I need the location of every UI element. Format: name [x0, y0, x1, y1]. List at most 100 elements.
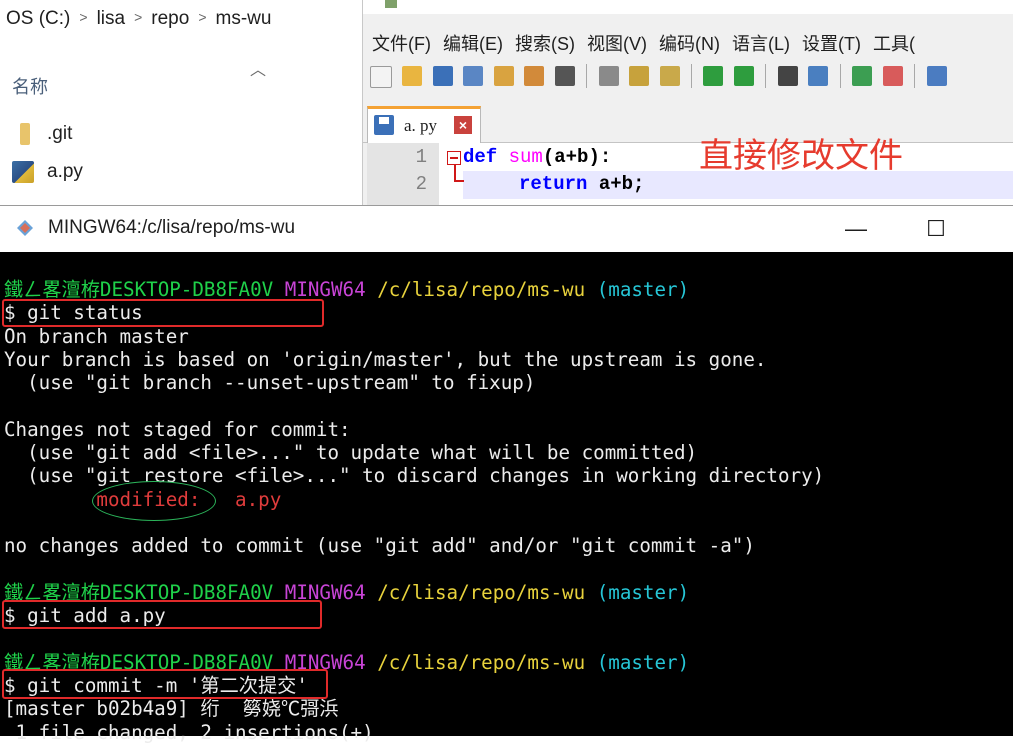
output-line: (use "git add <file>..." to update what … [4, 441, 698, 465]
file-name: a.py [47, 161, 83, 182]
menu-view[interactable]: 视图(V) [587, 34, 647, 54]
title-bar [363, 0, 1013, 14]
chevron-up-icon: ︿ [250, 62, 267, 79]
prompt-branch: (master) [596, 650, 690, 674]
chevron-right-icon: > [79, 9, 88, 25]
highlight-box-git-add [2, 600, 322, 629]
highlight-ellipse-modified [92, 481, 216, 521]
line-number-gutter: 1 2 [367, 143, 439, 205]
notepad-plus-plus-window: 文件(F) 编辑(E) 搜索(S) 视图(V) 编码(N) 语言(L) 设置(T) 工具( a… [362, 0, 1013, 205]
function-name: sum [508, 146, 543, 168]
close-all-icon[interactable] [524, 66, 545, 86]
find-icon[interactable] [777, 66, 798, 86]
folder-icon [20, 123, 30, 145]
output-line: Your branch is based on 'origin/master',… [4, 347, 767, 371]
toolbar-divider [690, 64, 692, 88]
menu-language[interactable]: 语言(L) [732, 34, 790, 54]
tab-a-py[interactable]: a. py × [367, 106, 481, 143]
menu-settings[interactable]: 设置(T) [802, 34, 861, 54]
column-header-name[interactable]: ︿ 名称 [0, 58, 362, 108]
menu-search[interactable]: 搜索(S) [515, 34, 575, 54]
code-line-1: def sum(a+b): [463, 146, 611, 168]
app-icon [385, 0, 397, 8]
undo-icon[interactable] [703, 66, 724, 86]
save-icon[interactable] [432, 66, 453, 86]
toolbar [367, 64, 950, 92]
prompt-branch: (master) [596, 278, 690, 301]
terminal-title-bar: MINGW64:/c/lisa/repo/ms-wu — ☐ [0, 206, 1013, 252]
toolbar-divider [839, 64, 841, 88]
code-text: (a+b): [542, 146, 612, 168]
fold-collapse-icon[interactable] [447, 151, 461, 165]
cut-icon[interactable] [598, 66, 619, 86]
toolbar-divider [914, 64, 916, 88]
redo-icon[interactable] [733, 66, 754, 86]
highlight-box-git-status [2, 299, 324, 327]
save-all-icon[interactable] [463, 66, 484, 86]
fold-end [454, 180, 464, 182]
code-editor[interactable]: 1 2 def sum(a+b): return a+b; [367, 143, 1013, 205]
sync-scroll-icon[interactable] [926, 66, 947, 86]
annotation-text: 直接修改文件 [699, 137, 903, 175]
output-line: 1 file changed, 2 insertions(+) [4, 720, 374, 744]
prompt-line: 鐵ㄥ畧澶栫DESKTOP-DB8FA0V MINGW64 /c/lisa/rep… [4, 278, 1009, 301]
prompt-path: /c/lisa/repo/ms-wu [377, 580, 586, 604]
prompt-env: MINGW64 [284, 278, 366, 301]
menu-encoding[interactable]: 编码(N) [659, 34, 720, 54]
prompt-path: /c/lisa/repo/ms-wu [377, 650, 586, 674]
saved-file-icon [374, 115, 394, 135]
breadcrumb-item[interactable]: ms-wu [216, 8, 272, 29]
breadcrumb-item[interactable]: repo [151, 8, 189, 29]
line-number: 2 [415, 173, 427, 195]
column-header-label: 名称 [12, 77, 48, 97]
output-line: On branch master [4, 324, 189, 348]
close-icon[interactable]: × [454, 116, 472, 134]
output-line: (use "git branch --unset-upstream" to fi… [4, 371, 536, 395]
open-file-icon[interactable] [402, 66, 423, 86]
tab-bar: a. py × [363, 100, 1013, 143]
python-file-icon [12, 161, 34, 183]
fold-line [454, 165, 456, 181]
file-row-git[interactable]: .git [0, 118, 362, 152]
terminal-window: MINGW64:/c/lisa/repo/ms-wu — ☐ 鐵ㄥ畧澶栫DESK… [0, 205, 1013, 744]
breadcrumb-item[interactable]: lisa [97, 8, 126, 29]
breadcrumb: OS (C:) > lisa > repo > ms-wu [6, 8, 271, 30]
copy-icon[interactable] [629, 66, 650, 86]
chevron-right-icon: > [134, 9, 143, 25]
file-row-a-py[interactable]: a.py [0, 156, 362, 190]
paste-icon[interactable] [659, 66, 680, 86]
new-file-icon[interactable] [370, 66, 392, 88]
toolbar-divider [765, 64, 767, 88]
highlight-box-git-commit [2, 669, 328, 699]
code-line-2: return a+b; [519, 173, 644, 195]
close-icon[interactable] [493, 66, 514, 86]
chevron-right-icon: > [198, 9, 207, 25]
print-icon[interactable] [554, 66, 575, 86]
code-text: a+b; [587, 173, 645, 195]
output-line: [master b02b4a9] 绗 簩娆℃彁浜 [4, 697, 339, 721]
menu-tools[interactable]: 工具( [873, 34, 915, 54]
output-line: no changes added to commit (use "git add… [4, 534, 755, 558]
zoom-out-icon[interactable] [882, 66, 903, 86]
git-bash-icon [17, 220, 33, 236]
prompt-branch: (master) [596, 580, 690, 604]
window-title: MINGW64:/c/lisa/repo/ms-wu [48, 217, 296, 238]
menu-file[interactable]: 文件(F) [372, 34, 431, 54]
menu-edit[interactable]: 编辑(E) [443, 34, 503, 54]
minimize-button[interactable]: — [836, 212, 876, 246]
line-number: 1 [415, 146, 427, 168]
maximize-button[interactable]: ☐ [916, 212, 956, 246]
breadcrumb-item[interactable]: OS (C:) [6, 8, 70, 29]
toolbar-divider [586, 64, 588, 88]
replace-icon[interactable] [808, 66, 829, 86]
file-name: .git [47, 123, 73, 144]
prompt-user: 鐵ㄥ畧澶栫DESKTOP-DB8FA0V [4, 278, 274, 301]
file-explorer: OS (C:) > lisa > repo > ms-wu ︿ 名称 .git a.py [0, 0, 362, 205]
keyword: def [463, 146, 498, 168]
prompt-path: /c/lisa/repo/ms-wu [377, 278, 586, 301]
tab-label: a. py [404, 116, 438, 135]
output-line: Changes not staged for commit: [4, 417, 351, 441]
zoom-in-icon[interactable] [852, 66, 873, 86]
